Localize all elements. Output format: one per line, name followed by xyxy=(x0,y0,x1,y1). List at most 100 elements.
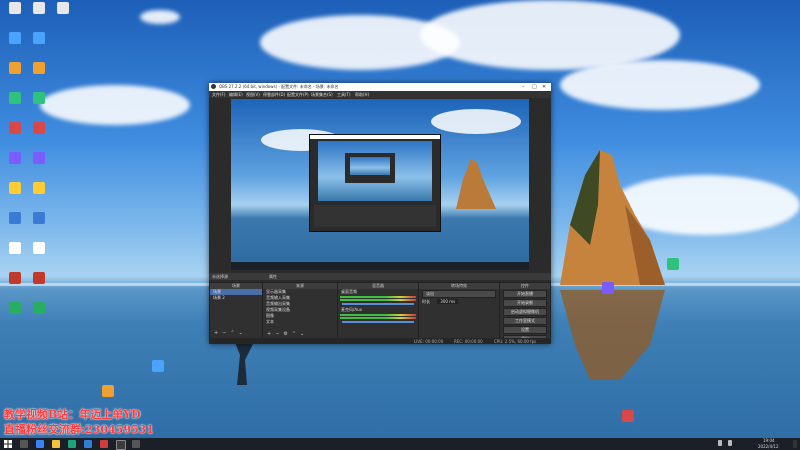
volume-slider[interactable] xyxy=(342,321,414,323)
shortcut-glyph-icon xyxy=(602,282,614,294)
cloud xyxy=(560,60,760,110)
shortcut-glyph-icon xyxy=(622,410,634,422)
desktop-shortcut-icon[interactable] xyxy=(2,302,28,314)
start-recording-button[interactable]: 开始录制 xyxy=(503,299,547,307)
preview-canvas[interactable] xyxy=(231,99,529,270)
shortcut-glyph-icon xyxy=(9,92,21,104)
desktop-shortcut-icon[interactable] xyxy=(2,2,28,14)
desktop-shortcut-icon[interactable] xyxy=(26,182,52,194)
desktop-shortcut-icon[interactable] xyxy=(26,242,52,254)
menu-view[interactable]: 视图(V) xyxy=(246,92,260,98)
move-down-icon[interactable]: ⌄ xyxy=(298,331,306,337)
start-streaming-button[interactable]: 开始直播 xyxy=(503,290,547,298)
properties-button[interactable]: 属性 xyxy=(269,274,277,280)
gear-icon[interactable]: ⚙ xyxy=(281,331,289,337)
cpu-status: CPU: 2.5%, 60.00 fps xyxy=(494,339,537,344)
cloud xyxy=(140,10,180,24)
desktop-shortcut-icon[interactable] xyxy=(2,212,28,224)
desktop-shortcut-icon[interactable] xyxy=(26,272,52,284)
shortcut-glyph-icon xyxy=(33,62,45,74)
source-item[interactable]: 文本 xyxy=(263,319,337,325)
desktop-shortcut-icon[interactable] xyxy=(26,2,52,14)
shortcut-glyph-icon xyxy=(33,122,45,134)
obs-taskbar-icon[interactable] xyxy=(116,440,126,450)
desktop-shortcut-icon[interactable] xyxy=(2,152,28,164)
settings-button[interactable]: 设置 xyxy=(503,326,547,334)
transition-select[interactable]: 淡出 xyxy=(422,290,496,298)
store-icon[interactable] xyxy=(84,440,92,448)
desktop-shortcut-icon[interactable] xyxy=(26,92,52,104)
shortcut-glyph-icon xyxy=(667,258,679,270)
audio-meter xyxy=(340,299,416,301)
show-desktop-button[interactable] xyxy=(793,440,797,448)
move-down-icon[interactable]: ⌄ xyxy=(237,330,245,336)
menu-tools[interactable]: 工具(T) xyxy=(337,92,351,98)
menu-docks[interactable]: 停靠部件(D) xyxy=(263,92,285,98)
clock-date[interactable]: 2022/4/12 xyxy=(758,444,779,449)
search-icon[interactable] xyxy=(20,440,28,448)
desktop-shortcut-icon[interactable] xyxy=(2,62,28,74)
no-source-label: 未选择源 xyxy=(212,274,228,279)
controls-dock: 控件 开始直播 开始录制 启动虚拟摄像机 工作室模式 设置 退出 xyxy=(499,282,551,343)
desktop-shortcut-icon[interactable] xyxy=(26,302,52,314)
desktop-shortcut-icon[interactable] xyxy=(26,122,52,134)
watermark-line2: 直播粉丝交流群:230459531 xyxy=(4,423,154,436)
menu-profile[interactable]: 配置文件(P) xyxy=(287,92,309,98)
menu-edit[interactable]: 编辑(E) xyxy=(229,92,243,98)
shortcut-glyph-icon xyxy=(9,182,21,194)
move-up-icon[interactable]: ⌃ xyxy=(228,330,236,336)
file-explorer-icon[interactable] xyxy=(52,440,60,448)
shortcut-glyph-icon xyxy=(9,32,21,44)
add-icon[interactable]: + xyxy=(265,331,273,337)
close-icon[interactable]: ✕ xyxy=(542,84,546,90)
desktop-shortcut-icon[interactable] xyxy=(2,242,28,254)
desktop-shortcut-icon[interactable] xyxy=(26,212,52,224)
volume-icon[interactable] xyxy=(728,440,732,446)
desktop-shortcut-icon[interactable] xyxy=(2,92,28,104)
desktop-shortcut-icon[interactable] xyxy=(615,410,641,422)
obs-titlebar[interactable]: OBS 27.2.2 (64 bit, windows) - 配置文件: 未命名… xyxy=(209,83,551,91)
desktop-shortcut-icon[interactable] xyxy=(26,62,52,74)
desktop-shortcut-icon[interactable] xyxy=(2,272,28,284)
duration-input[interactable]: 300 ms xyxy=(437,299,459,304)
desktop-shortcut-icon[interactable] xyxy=(50,2,76,14)
source-toolbar: 未选择源 属性 xyxy=(209,273,551,280)
desktop-shortcut-icon[interactable] xyxy=(145,360,171,372)
menu-scene-collection[interactable]: 场景集合(S) xyxy=(311,92,333,98)
studio-mode-button[interactable]: 工作室模式 xyxy=(503,317,547,325)
desktop-shortcut-icon[interactable] xyxy=(2,122,28,134)
desktop-shortcut-icon[interactable] xyxy=(595,282,621,294)
desktop-shortcut-icon[interactable] xyxy=(660,258,686,270)
rec-status: REC: 00:00:00 xyxy=(454,339,483,344)
watermark-line1: 教学视频B站：年迈上单YD xyxy=(4,408,141,421)
shortcut-glyph-icon xyxy=(102,385,114,397)
browser-icon[interactable] xyxy=(68,440,76,448)
app-icon[interactable] xyxy=(132,440,140,448)
volume-slider[interactable] xyxy=(342,303,414,305)
minimize-icon[interactable]: – xyxy=(522,84,525,90)
desktop-shortcut-icon[interactable] xyxy=(26,152,52,164)
desktop-shortcut-icon[interactable] xyxy=(26,32,52,44)
maximize-icon[interactable]: □ xyxy=(532,84,537,90)
desktop-shortcut-icon[interactable] xyxy=(2,182,28,194)
preview-taskbar xyxy=(231,262,529,270)
network-icon[interactable] xyxy=(718,440,722,446)
app-icon[interactable] xyxy=(100,440,108,448)
desktop-shortcut-icon[interactable] xyxy=(95,385,121,397)
shortcut-glyph-icon xyxy=(9,212,21,224)
menu-help[interactable]: 帮助(H) xyxy=(355,92,369,98)
audio-meter xyxy=(340,296,416,298)
move-up-icon[interactable]: ⌃ xyxy=(290,331,298,337)
windows-start-icon[interactable] xyxy=(4,440,12,448)
virtual-camera-button[interactable]: 启动虚拟摄像机 xyxy=(503,308,547,316)
sources-dock: 来源 显示器采集 音频输入采集 音频输出采集 视频采集设备 图像 文本 + − ⚙ ⌃… xyxy=(262,282,338,339)
menu-file[interactable]: 文件(F) xyxy=(212,92,225,98)
shortcut-glyph-icon xyxy=(57,2,69,14)
desktop-shortcut-icon[interactable] xyxy=(2,32,28,44)
clock-time[interactable]: 19:04 xyxy=(763,438,775,443)
obs-statusbar: LIVE: 00:00:00 REC: 00:00:00 CPU: 2.5%, … xyxy=(209,338,551,344)
task-view-icon[interactable] xyxy=(36,440,44,448)
add-icon[interactable]: + xyxy=(212,330,220,336)
audio-meter xyxy=(340,317,416,319)
scene-item[interactable]: 场景 2 xyxy=(210,295,262,301)
